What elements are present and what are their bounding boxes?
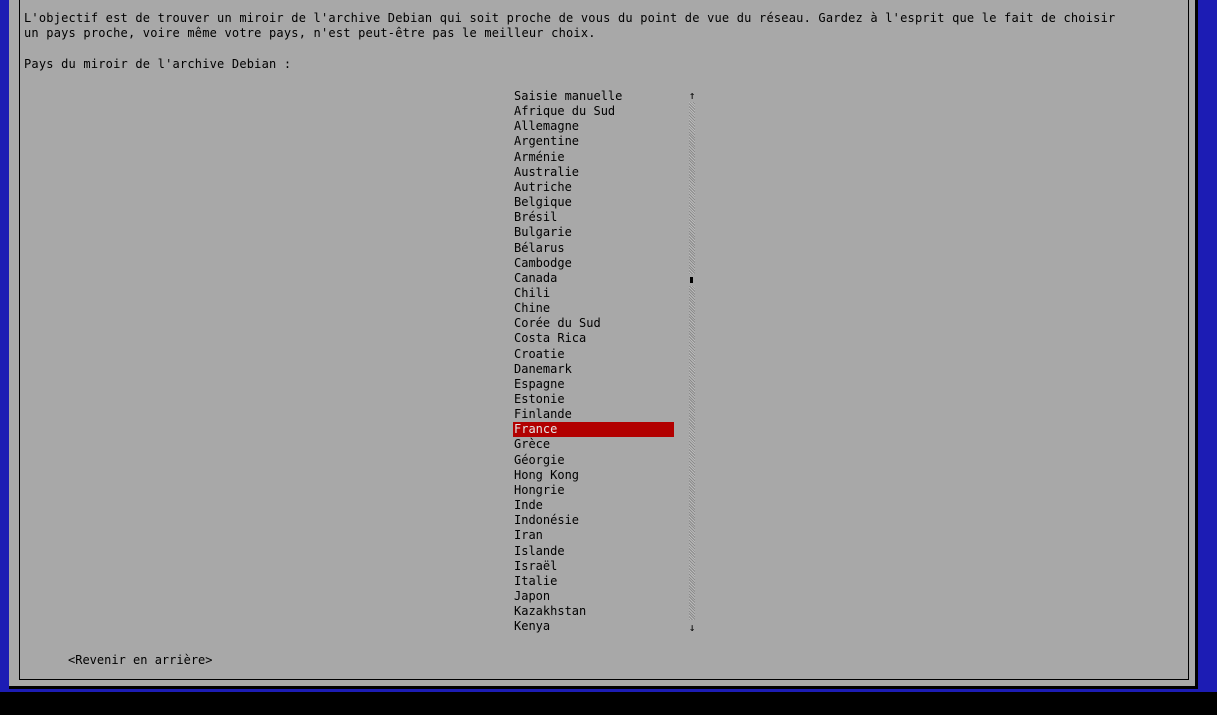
description-line-2: un pays proche, voire même votre pays, n… <box>24 26 596 40</box>
country-list[interactable]: Saisie manuelle Afrique du Sud Allemagne Ar… <box>513 89 675 635</box>
scroll-track-lower[interactable] <box>689 286 695 620</box>
country-list-item[interactable]: Japon <box>513 589 674 604</box>
help-bar <box>0 692 1217 715</box>
country-list-item[interactable]: Brésil <box>513 210 674 225</box>
country-list-item[interactable]: Bélarus <box>513 241 674 256</box>
country-list-item[interactable]: Italie <box>513 574 674 589</box>
question-label: Pays du miroir de l'archive Debian : <box>24 57 292 71</box>
country-list-item[interactable]: Géorgie <box>513 453 674 468</box>
country-list-item[interactable]: Danemark <box>513 362 674 377</box>
country-list-item[interactable]: Iran <box>513 528 674 543</box>
country-list-item[interactable]: France <box>513 422 674 437</box>
scroll-track-upper[interactable] <box>689 102 695 274</box>
country-list-item[interactable]: Hongrie <box>513 483 674 498</box>
country-list-item[interactable]: Cambodge <box>513 256 674 271</box>
country-list-item[interactable]: Israël <box>513 559 674 574</box>
country-list-item[interactable]: Canada <box>513 271 674 286</box>
country-list-item[interactable]: Costa Rica <box>513 331 674 346</box>
scroll-down-arrow-icon[interactable]: ↓ <box>688 621 696 635</box>
country-list-item[interactable]: Estonie <box>513 392 674 407</box>
country-list-item[interactable]: Arménie <box>513 150 674 165</box>
country-list-item[interactable]: Corée du Sud <box>513 316 674 331</box>
scroll-thumb[interactable] <box>690 277 693 283</box>
country-list-item[interactable]: Chine <box>513 301 674 316</box>
country-list-item[interactable]: Finlande <box>513 407 674 422</box>
country-list-item[interactable]: Islande <box>513 544 674 559</box>
country-list-item[interactable]: Allemagne <box>513 119 674 134</box>
country-list-item[interactable]: Espagne <box>513 377 674 392</box>
country-list-item[interactable]: Indonésie <box>513 513 674 528</box>
country-list-item[interactable]: Kazakhstan <box>513 604 674 619</box>
description-line-1: L'objectif est de trouver un miroir de l… <box>24 11 1116 25</box>
country-list-item[interactable]: Chili <box>513 286 674 301</box>
country-list-item[interactable]: Grèce <box>513 437 674 452</box>
country-list-item[interactable]: Afrique du Sud <box>513 104 674 119</box>
country-list-item[interactable]: Australie <box>513 165 674 180</box>
scroll-up-arrow-icon[interactable]: ↑ <box>688 89 696 103</box>
country-list-item[interactable]: Kenya <box>513 619 674 634</box>
list-scrollbar[interactable]: ↑ ↓ <box>688 89 696 635</box>
country-list-item[interactable]: Inde <box>513 498 674 513</box>
installer-screen: L'objectif est de trouver un miroir de l… <box>0 0 1217 715</box>
back-button[interactable]: <Revenir en arrière> <box>68 653 213 668</box>
country-list-item[interactable]: Croatie <box>513 347 674 362</box>
country-list-item[interactable]: Autriche <box>513 180 674 195</box>
country-list-item[interactable]: Belgique <box>513 195 674 210</box>
country-list-item[interactable]: Hong Kong <box>513 468 674 483</box>
country-list-item[interactable]: Bulgarie <box>513 225 674 240</box>
country-list-item[interactable]: Argentine <box>513 134 674 149</box>
country-list-item[interactable]: Saisie manuelle <box>513 89 674 104</box>
